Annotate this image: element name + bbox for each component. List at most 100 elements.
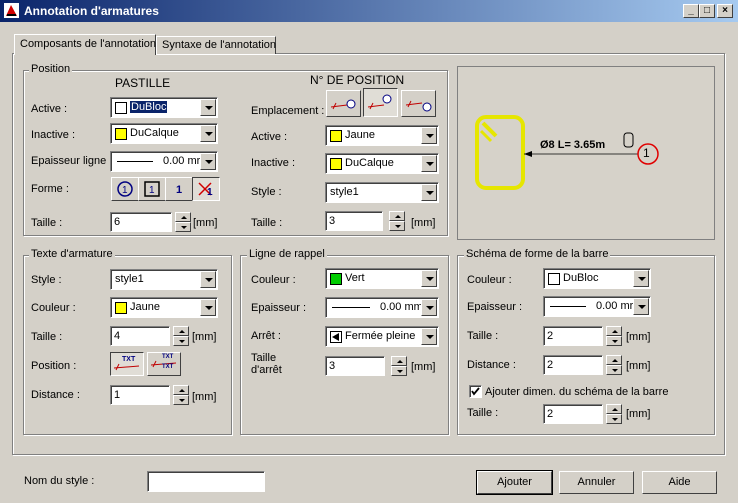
leader-thickness-select[interactable]: 0.00 mm bbox=[325, 297, 439, 318]
spin-up-icon[interactable] bbox=[173, 326, 189, 336]
arrowhead-size-spinner[interactable] bbox=[391, 356, 407, 376]
spin-down-icon[interactable] bbox=[391, 366, 407, 376]
minimize-button[interactable]: _ bbox=[683, 4, 699, 18]
dropdown-arrow-icon[interactable] bbox=[200, 99, 216, 116]
plain-one-icon: 1 bbox=[176, 184, 182, 196]
spin-down-icon[interactable] bbox=[175, 222, 191, 232]
dropdown-arrow-icon[interactable] bbox=[421, 127, 437, 144]
add-dimension-checkbox[interactable] bbox=[469, 385, 482, 398]
text-position-around-button[interactable]: TXT TXT bbox=[147, 352, 181, 376]
unit-label: [mm] bbox=[193, 217, 218, 229]
dimension-size-input[interactable]: 2 bbox=[543, 404, 603, 424]
dropdown-arrow-icon[interactable] bbox=[200, 125, 216, 142]
window-title: Annotation d'armatures bbox=[24, 4, 159, 18]
forme-circle-button[interactable]: 1 bbox=[111, 177, 139, 201]
spin-up-icon[interactable] bbox=[175, 212, 191, 222]
schema-forme-group-label: Schéma de forme de la barre bbox=[464, 248, 611, 260]
close-button[interactable]: × bbox=[717, 4, 733, 18]
text-style-select[interactable]: style1 bbox=[110, 269, 218, 290]
emplacement-left-button[interactable] bbox=[326, 90, 361, 117]
dropdown-arrow-icon[interactable] bbox=[633, 270, 649, 287]
number-size-spinner[interactable] bbox=[389, 211, 405, 231]
taille-label: Taille : bbox=[467, 330, 499, 342]
pastille-size-input[interactable]: 6 bbox=[110, 212, 172, 232]
number-style-select[interactable]: style1 bbox=[325, 182, 439, 203]
text-size-spinner[interactable] bbox=[173, 326, 189, 346]
maximize-button[interactable]: □ bbox=[699, 4, 715, 18]
unit-label: [mm] bbox=[626, 331, 651, 343]
forme-none-button[interactable]: 1 bbox=[192, 177, 220, 201]
taille-label: Taille : bbox=[31, 217, 63, 229]
number-inactive-select[interactable]: DuCalque bbox=[325, 153, 439, 174]
spin-down-icon[interactable] bbox=[606, 414, 622, 424]
dropdown-arrow-icon[interactable] bbox=[633, 298, 649, 315]
dimension-size-spinner[interactable] bbox=[606, 404, 622, 424]
spin-up-icon[interactable] bbox=[606, 404, 622, 414]
spin-up-icon[interactable] bbox=[173, 385, 189, 395]
spin-up-icon[interactable] bbox=[606, 326, 622, 336]
app-icon bbox=[4, 3, 19, 18]
spin-down-icon[interactable] bbox=[173, 336, 189, 346]
aide-button[interactable]: Aide bbox=[642, 471, 717, 494]
text-size-input[interactable]: 4 bbox=[110, 326, 170, 346]
shape-size-input[interactable]: 2 bbox=[543, 326, 603, 346]
text-distance-input[interactable]: 1 bbox=[110, 385, 170, 405]
pastille-active-select[interactable]: DuBloc bbox=[110, 97, 218, 118]
text-distance-spinner[interactable] bbox=[173, 385, 189, 405]
text-position-above-button[interactable]: TXT bbox=[110, 352, 144, 376]
add-dimension-label: Ajouter dimen. du schéma de la barre bbox=[485, 386, 669, 398]
forme-square-button[interactable]: 1 bbox=[138, 177, 166, 201]
dropdown-arrow-icon[interactable] bbox=[421, 184, 437, 201]
pastille-thickness-select[interactable]: 0.00 mr bbox=[110, 151, 218, 172]
number-active-select[interactable]: Jaune bbox=[325, 125, 439, 146]
leader-color-select[interactable]: Vert bbox=[325, 268, 439, 289]
dropdown-arrow-icon[interactable] bbox=[421, 270, 437, 287]
shape-size-spinner[interactable] bbox=[606, 326, 622, 346]
pastille-inactive-select[interactable]: DuCalque bbox=[110, 123, 218, 144]
shape-thickness-select[interactable]: 0.00 mr bbox=[543, 296, 651, 317]
svg-text:1: 1 bbox=[176, 184, 182, 196]
svg-text:1: 1 bbox=[122, 185, 128, 196]
unit-label: [mm] bbox=[411, 361, 436, 373]
dropdown-arrow-icon[interactable] bbox=[200, 271, 216, 288]
color-swatch bbox=[330, 130, 342, 142]
preview-position-number: 1 bbox=[643, 146, 650, 160]
emplacement-middle-button[interactable] bbox=[363, 88, 398, 117]
shape-color-select[interactable]: DuBloc bbox=[543, 268, 651, 289]
tab-syntaxe[interactable]: Syntaxe de l'annotation bbox=[156, 36, 276, 54]
position-number-header: N° DE POSITION bbox=[310, 73, 405, 87]
unit-label: [mm] bbox=[192, 331, 217, 343]
dropdown-arrow-icon[interactable] bbox=[200, 153, 216, 170]
spin-down-icon[interactable] bbox=[173, 395, 189, 405]
color-swatch bbox=[115, 302, 127, 314]
text-color-select[interactable]: Jaune bbox=[110, 297, 218, 318]
tab-composants[interactable]: Composants de l'annotation bbox=[14, 34, 156, 55]
unit-label: [mm] bbox=[411, 217, 436, 229]
style-name-input[interactable] bbox=[147, 471, 265, 492]
n-taille-label: Taille : bbox=[251, 217, 283, 229]
dropdown-arrow-icon[interactable] bbox=[421, 155, 437, 172]
position-label: Position : bbox=[31, 360, 77, 372]
annuler-button[interactable]: Annuler bbox=[559, 471, 634, 494]
shape-distance-spinner[interactable] bbox=[606, 355, 622, 375]
n-inactive-label: Inactive : bbox=[251, 157, 296, 169]
leader-arrowhead-select[interactable]: Fermée pleine bbox=[325, 326, 439, 347]
dropdown-arrow-icon[interactable] bbox=[421, 328, 437, 345]
pastille-size-spinner[interactable] bbox=[175, 212, 191, 232]
emplacement-right-button[interactable] bbox=[401, 90, 436, 117]
spin-up-icon[interactable] bbox=[606, 355, 622, 365]
line-sample bbox=[117, 161, 153, 162]
forme-plain-button[interactable]: 1 bbox=[165, 177, 193, 201]
ajouter-button[interactable]: Ajouter bbox=[476, 470, 553, 495]
shape-distance-input[interactable]: 2 bbox=[543, 355, 603, 375]
spin-down-icon[interactable] bbox=[606, 336, 622, 346]
spin-up-icon[interactable] bbox=[389, 211, 405, 221]
arrowhead-size-input[interactable]: 3 bbox=[325, 356, 385, 376]
number-size-input[interactable]: 3 bbox=[325, 211, 383, 231]
dropdown-arrow-icon[interactable] bbox=[200, 299, 216, 316]
preview-drawing bbox=[475, 115, 659, 190]
spin-down-icon[interactable] bbox=[606, 365, 622, 375]
spin-up-icon[interactable] bbox=[391, 356, 407, 366]
spin-down-icon[interactable] bbox=[389, 221, 405, 231]
dropdown-arrow-icon[interactable] bbox=[421, 299, 437, 316]
